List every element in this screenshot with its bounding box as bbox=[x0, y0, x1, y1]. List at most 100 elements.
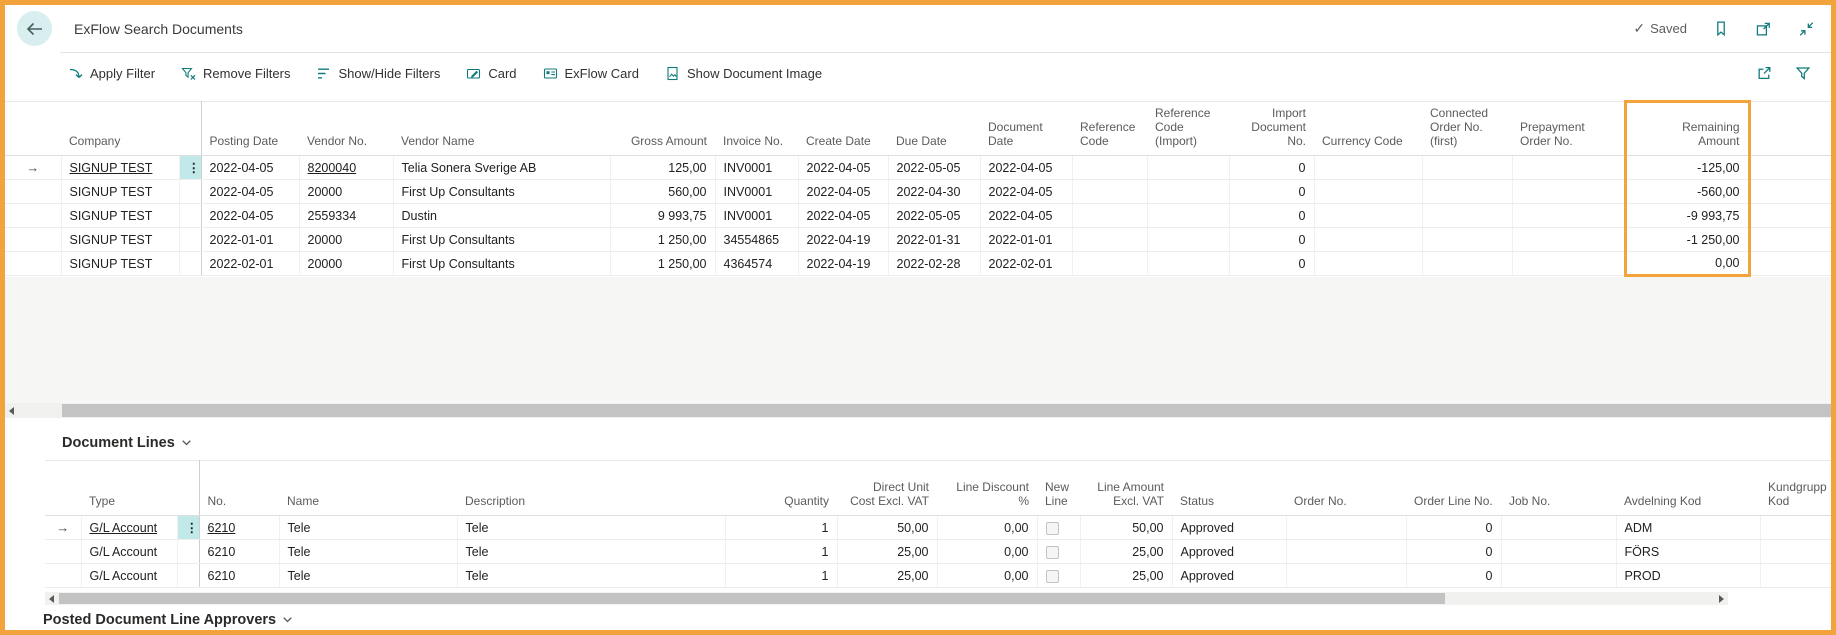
cell-document-date[interactable]: 2022-04-05 bbox=[980, 179, 1073, 204]
col-description[interactable]: Description bbox=[457, 460, 725, 516]
row-selector[interactable] bbox=[5, 227, 62, 252]
cell-reference-code-import[interactable] bbox=[1147, 227, 1230, 252]
cell-document-date[interactable]: 2022-04-05 bbox=[980, 155, 1073, 180]
new-line-checkbox[interactable] bbox=[1045, 569, 1059, 583]
cell-reference-code-import[interactable] bbox=[1147, 203, 1230, 228]
cell-kundgrupp-kod[interactable] bbox=[1760, 539, 1831, 564]
col-line-discount[interactable]: Line Discount % bbox=[937, 460, 1037, 516]
cell-invoice-no[interactable]: 4364574 bbox=[715, 251, 799, 276]
cell-order-line-no[interactable]: 0 bbox=[1406, 515, 1502, 540]
cell-posting-date[interactable]: 2022-04-05 bbox=[201, 155, 300, 180]
cell-name[interactable]: Tele bbox=[279, 515, 458, 540]
cell-company[interactable]: SIGNUP TEST bbox=[61, 203, 180, 228]
cell-reference-code-import[interactable] bbox=[1147, 251, 1230, 276]
scrollbar-thumb[interactable] bbox=[62, 404, 1831, 417]
cell-reference-code[interactable] bbox=[1072, 155, 1148, 180]
cell-vendor-no[interactable]: 20000 bbox=[299, 179, 394, 204]
cell-reference-code-import[interactable] bbox=[1147, 179, 1230, 204]
cell-type[interactable]: G/L Account bbox=[81, 515, 178, 540]
cell-direct-unit-cost[interactable]: 25,00 bbox=[837, 563, 938, 588]
cell-import-document-no[interactable]: 0 bbox=[1229, 155, 1315, 180]
cell-kundgrupp-kod[interactable] bbox=[1760, 515, 1831, 540]
cell-connected-order-no[interactable] bbox=[1422, 251, 1513, 276]
cell-type[interactable]: G/L Account bbox=[81, 539, 178, 564]
apply-filter-button[interactable]: Apply Filter bbox=[62, 61, 167, 86]
cell-connected-order-no[interactable] bbox=[1422, 203, 1513, 228]
cell-order-no[interactable] bbox=[1286, 563, 1407, 588]
col-due-date[interactable]: Due Date bbox=[888, 101, 980, 156]
exflow-card-button[interactable]: ExFlow Card bbox=[537, 61, 651, 86]
documents-horizontal-scrollbar[interactable] bbox=[5, 403, 1831, 418]
cell-posting-date[interactable]: 2022-02-01 bbox=[201, 251, 300, 276]
cell-line-discount[interactable]: 0,00 bbox=[937, 539, 1038, 564]
remove-filters-button[interactable]: Remove Filters bbox=[175, 61, 302, 86]
cell-quantity[interactable]: 1 bbox=[725, 515, 838, 540]
col-no[interactable]: No. bbox=[199, 460, 279, 516]
row-menu-button[interactable]: ⋮ bbox=[179, 155, 202, 180]
cell-status[interactable]: Approved bbox=[1172, 563, 1287, 588]
cell-reference-code[interactable] bbox=[1072, 203, 1148, 228]
cell-reference-code-import[interactable] bbox=[1147, 155, 1230, 180]
cell-import-document-no[interactable]: 0 bbox=[1229, 227, 1315, 252]
col-company[interactable]: Company bbox=[61, 101, 179, 156]
cell-reference-code[interactable] bbox=[1072, 179, 1148, 204]
share-button[interactable] bbox=[1756, 65, 1773, 81]
cell-remaining-amount[interactable]: -1 250,00 bbox=[1623, 227, 1751, 252]
cell-vendor-no[interactable]: 20000 bbox=[299, 251, 394, 276]
cell-direct-unit-cost[interactable]: 50,00 bbox=[837, 515, 938, 540]
cell-name[interactable]: Tele bbox=[279, 563, 458, 588]
cell-document-date[interactable]: 2022-01-01 bbox=[980, 227, 1073, 252]
cell-vendor-name[interactable]: Dustin bbox=[393, 203, 611, 228]
row-menu-button[interactable]: ⋮ bbox=[177, 515, 200, 540]
cell-company[interactable]: SIGNUP TEST bbox=[61, 251, 180, 276]
cell-remaining-amount[interactable]: -560,00 bbox=[1623, 179, 1751, 204]
cell-avdelning-kod[interactable]: PROD bbox=[1616, 563, 1761, 588]
cell-company[interactable]: SIGNUP TEST bbox=[61, 155, 180, 180]
cell-prepayment-order-no[interactable] bbox=[1512, 251, 1626, 276]
col-quantity[interactable]: Quantity bbox=[725, 460, 837, 516]
cell-description[interactable]: Tele bbox=[457, 539, 726, 564]
cell-vendor-no[interactable]: 8200040 bbox=[299, 155, 394, 180]
cell-create-date[interactable]: 2022-04-19 bbox=[798, 251, 889, 276]
cell-line-amount[interactable]: 25,00 bbox=[1080, 563, 1173, 588]
document-lines-horizontal-scrollbar[interactable] bbox=[45, 592, 1728, 605]
cell-due-date[interactable]: 2022-01-31 bbox=[888, 227, 981, 252]
card-button[interactable]: Card bbox=[460, 61, 528, 86]
row-selector[interactable] bbox=[5, 251, 62, 276]
cell-order-line-no[interactable]: 0 bbox=[1406, 539, 1502, 564]
cell-vendor-no[interactable]: 20000 bbox=[299, 227, 394, 252]
col-gross-amount[interactable]: Gross Amount bbox=[610, 101, 715, 156]
cell-status[interactable]: Approved bbox=[1172, 539, 1287, 564]
col-reference-code[interactable]: Reference Code bbox=[1072, 101, 1147, 156]
row-selector[interactable]: → bbox=[45, 515, 82, 540]
scroll-left-arrow-icon[interactable] bbox=[49, 595, 54, 603]
cell-due-date[interactable]: 2022-05-05 bbox=[888, 203, 981, 228]
col-prepayment-order-no[interactable]: Prepayment Order No. bbox=[1512, 101, 1625, 156]
cell-gross-amount[interactable]: 125,00 bbox=[610, 155, 716, 180]
cell-due-date[interactable]: 2022-02-28 bbox=[888, 251, 981, 276]
cell-create-date[interactable]: 2022-04-05 bbox=[798, 179, 889, 204]
cell-line-amount[interactable]: 50,00 bbox=[1080, 515, 1173, 540]
cell-gross-amount[interactable]: 560,00 bbox=[610, 179, 716, 204]
cell-avdelning-kod[interactable]: FÖRS bbox=[1616, 539, 1761, 564]
cell-import-document-no[interactable]: 0 bbox=[1229, 203, 1315, 228]
cell-document-date[interactable]: 2022-02-01 bbox=[980, 251, 1073, 276]
col-name[interactable]: Name bbox=[279, 460, 457, 516]
cell-no[interactable]: 6210 bbox=[199, 515, 280, 540]
cell-connected-order-no[interactable] bbox=[1422, 227, 1513, 252]
cell-prepayment-order-no[interactable] bbox=[1512, 203, 1626, 228]
cell-currency-code[interactable] bbox=[1314, 179, 1423, 204]
col-new-line[interactable]: New Line bbox=[1037, 460, 1080, 516]
cell-vendor-name[interactable]: First Up Consultants bbox=[393, 227, 611, 252]
chevron-down-icon[interactable] bbox=[279, 611, 296, 628]
cell-invoice-no[interactable]: INV0001 bbox=[715, 179, 799, 204]
back-button[interactable] bbox=[17, 11, 52, 46]
cell-prepayment-order-no[interactable] bbox=[1512, 227, 1626, 252]
col-type[interactable]: Type bbox=[81, 460, 177, 516]
cell-invoice-no[interactable]: INV0001 bbox=[715, 155, 799, 180]
row-selector[interactable] bbox=[5, 203, 62, 228]
cell-prepayment-order-no[interactable] bbox=[1512, 179, 1626, 204]
cell-company[interactable]: SIGNUP TEST bbox=[61, 179, 180, 204]
cell-vendor-name[interactable]: First Up Consultants bbox=[393, 179, 611, 204]
cell-line-discount[interactable]: 0,00 bbox=[937, 563, 1038, 588]
